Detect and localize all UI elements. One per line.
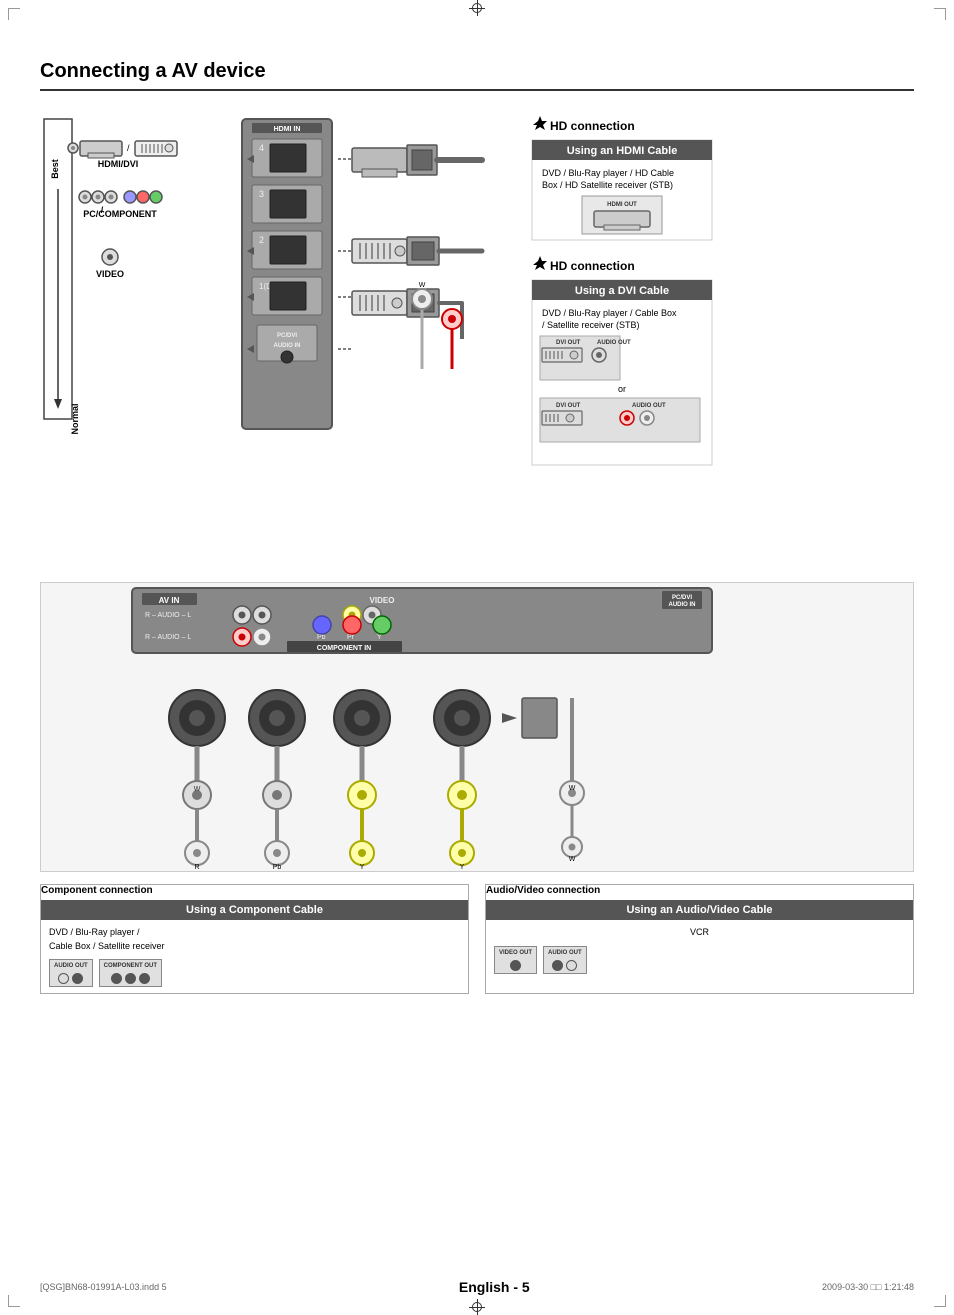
audio-out-label: AUDIO OUT	[54, 962, 88, 971]
av-audio-circle-r	[552, 960, 563, 971]
svg-text:Box / HD Satellite receiver (S: Box / HD Satellite receiver (STB)	[542, 180, 673, 190]
corner-tl	[8, 8, 20, 20]
svg-text:DVD / Blu-Ray player / Cable B: DVD / Blu-Ray player / Cable Box	[542, 308, 677, 318]
audio-out-icon	[58, 973, 83, 984]
video-out-label: VIDEO OUT	[499, 949, 532, 958]
svg-text:AV IN: AV IN	[159, 596, 180, 605]
component-conn-box: Component connection Using a Component C…	[40, 884, 469, 994]
av-desc: VCR	[494, 926, 905, 940]
component-desc: DVD / Blu-Ray player / Cable Box / Satel…	[49, 926, 460, 953]
svg-text:HDMI/DVI: HDMI/DVI	[98, 159, 139, 169]
svg-text:W: W	[419, 282, 426, 289]
svg-text:HDMI IN: HDMI IN	[274, 126, 301, 133]
footer-right: 2009-03-30 □□ 1:21:48	[822, 1282, 914, 1292]
av-conn-box: Audio/Video connection Using an Audio/Vi…	[485, 884, 914, 994]
page-content: Connecting a AV device Best Normal /	[40, 60, 914, 1255]
footer-left: [QSG]BN68-01991A-L03.indd 5	[40, 1282, 167, 1292]
svg-text:R – AUDIO – L: R – AUDIO – L	[145, 634, 191, 641]
svg-text:PC/COMPONENT: PC/COMPONENT	[83, 209, 157, 219]
comp-circle-2	[125, 973, 136, 984]
svg-text:PC/DVI: PC/DVI	[672, 595, 692, 601]
bottom-cables-area: AV IN VIDEO PC/DVI AUDIO IN R – AUDIO – …	[40, 582, 914, 872]
svg-text:DVI OUT: DVI OUT	[556, 403, 581, 409]
av-audio-out-icon	[552, 960, 577, 971]
svg-text:HD connection: HD connection	[550, 119, 635, 133]
svg-text:HD connection: HD connection	[550, 259, 635, 273]
component-out-icon	[111, 973, 150, 984]
svg-text:W: W	[194, 786, 201, 793]
component-section-label: Component connection	[41, 885, 468, 896]
svg-text:Normal: Normal	[70, 403, 80, 434]
av-audio-out-port: AUDIO OUT	[543, 946, 587, 974]
audio-circle-l	[72, 973, 83, 984]
component-out-label: COMPONENT OUT	[104, 962, 157, 971]
corner-tr	[934, 8, 946, 20]
video-out-icon	[510, 960, 521, 971]
upper-diagram-svg: Best Normal / HDMI/DVI	[40, 109, 914, 569]
svg-text:Using an HDMI Cable: Using an HDMI Cable	[567, 145, 678, 157]
svg-text:Y: Y	[360, 864, 365, 871]
svg-text:AUDIO IN: AUDIO IN	[669, 602, 696, 608]
svg-text:3: 3	[259, 189, 264, 199]
component-ports-row: AUDIO OUT COMPONENT OUT	[49, 959, 460, 987]
reg-mark-bottom	[469, 1299, 485, 1315]
comp-circle-1	[111, 973, 122, 984]
audio-circle-r	[58, 973, 69, 984]
comp-circle-3	[139, 973, 150, 984]
svg-text:AUDIO OUT: AUDIO OUT	[597, 340, 631, 346]
corner-br	[934, 1295, 946, 1307]
video-circle	[510, 960, 521, 971]
conn-boxes-row: Component connection Using a Component C…	[40, 884, 914, 994]
svg-text:Pb: Pb	[273, 864, 282, 871]
svg-text:DVI OUT: DVI OUT	[556, 340, 581, 346]
svg-text:R – AUDIO – L: R – AUDIO – L	[145, 612, 191, 619]
video-out-port: VIDEO OUT	[494, 946, 537, 974]
svg-text:W: W	[569, 856, 576, 863]
svg-text:or: or	[618, 384, 626, 394]
av-section-label: Audio/Video connection	[486, 885, 913, 896]
svg-text:Best: Best	[50, 159, 60, 179]
svg-text:AUDIO IN: AUDIO IN	[274, 343, 301, 349]
svg-text:2: 2	[259, 235, 264, 245]
svg-text:4: 4	[259, 143, 264, 153]
component-box-body: DVD / Blu-Ray player / Cable Box / Satel…	[41, 920, 468, 993]
component-out-port: COMPONENT OUT	[99, 959, 162, 987]
av-box-body: VCR VIDEO OUT AUDIO OUT	[486, 920, 913, 980]
svg-text:R: R	[194, 864, 199, 871]
av-ports-row: VIDEO OUT AUDIO OUT	[494, 946, 905, 974]
svg-text:PC/DVI: PC/DVI	[277, 333, 297, 339]
svg-text:COMPONENT IN: COMPONENT IN	[317, 645, 371, 652]
svg-text:Y: Y	[377, 634, 382, 641]
svg-text:Y: Y	[460, 864, 465, 871]
svg-text:VIDEO: VIDEO	[96, 269, 124, 279]
svg-text:VIDEO: VIDEO	[370, 596, 395, 605]
page-title: Connecting a AV device	[40, 60, 914, 91]
svg-text:AUDIO OUT: AUDIO OUT	[632, 403, 666, 409]
av-audio-out-label: AUDIO OUT	[548, 949, 582, 958]
svg-text:/ Satellite receiver (STB): / Satellite receiver (STB)	[542, 320, 640, 330]
svg-text:HDMI OUT: HDMI OUT	[607, 202, 637, 208]
component-box-title: Using a Component Cable	[41, 900, 468, 920]
svg-text:W: W	[569, 785, 576, 792]
svg-text:DVD / Blu-Ray player / HD Cabl: DVD / Blu-Ray player / HD Cable	[542, 168, 674, 178]
svg-text:/: /	[127, 143, 130, 153]
svg-text:Pb: Pb	[317, 634, 326, 641]
av-audio-circle-l	[566, 960, 577, 971]
reg-mark-top	[469, 0, 485, 16]
page-footer: [QSG]BN68-01991A-L03.indd 5 English - 5 …	[40, 1279, 914, 1295]
footer-center: English - 5	[459, 1279, 530, 1295]
audio-out-port: AUDIO OUT	[49, 959, 93, 987]
svg-text:Using a DVI Cable: Using a DVI Cable	[575, 285, 669, 297]
corner-bl	[8, 1295, 20, 1307]
svg-text:Pr: Pr	[347, 634, 355, 641]
av-box-title: Using an Audio/Video Cable	[486, 900, 913, 920]
